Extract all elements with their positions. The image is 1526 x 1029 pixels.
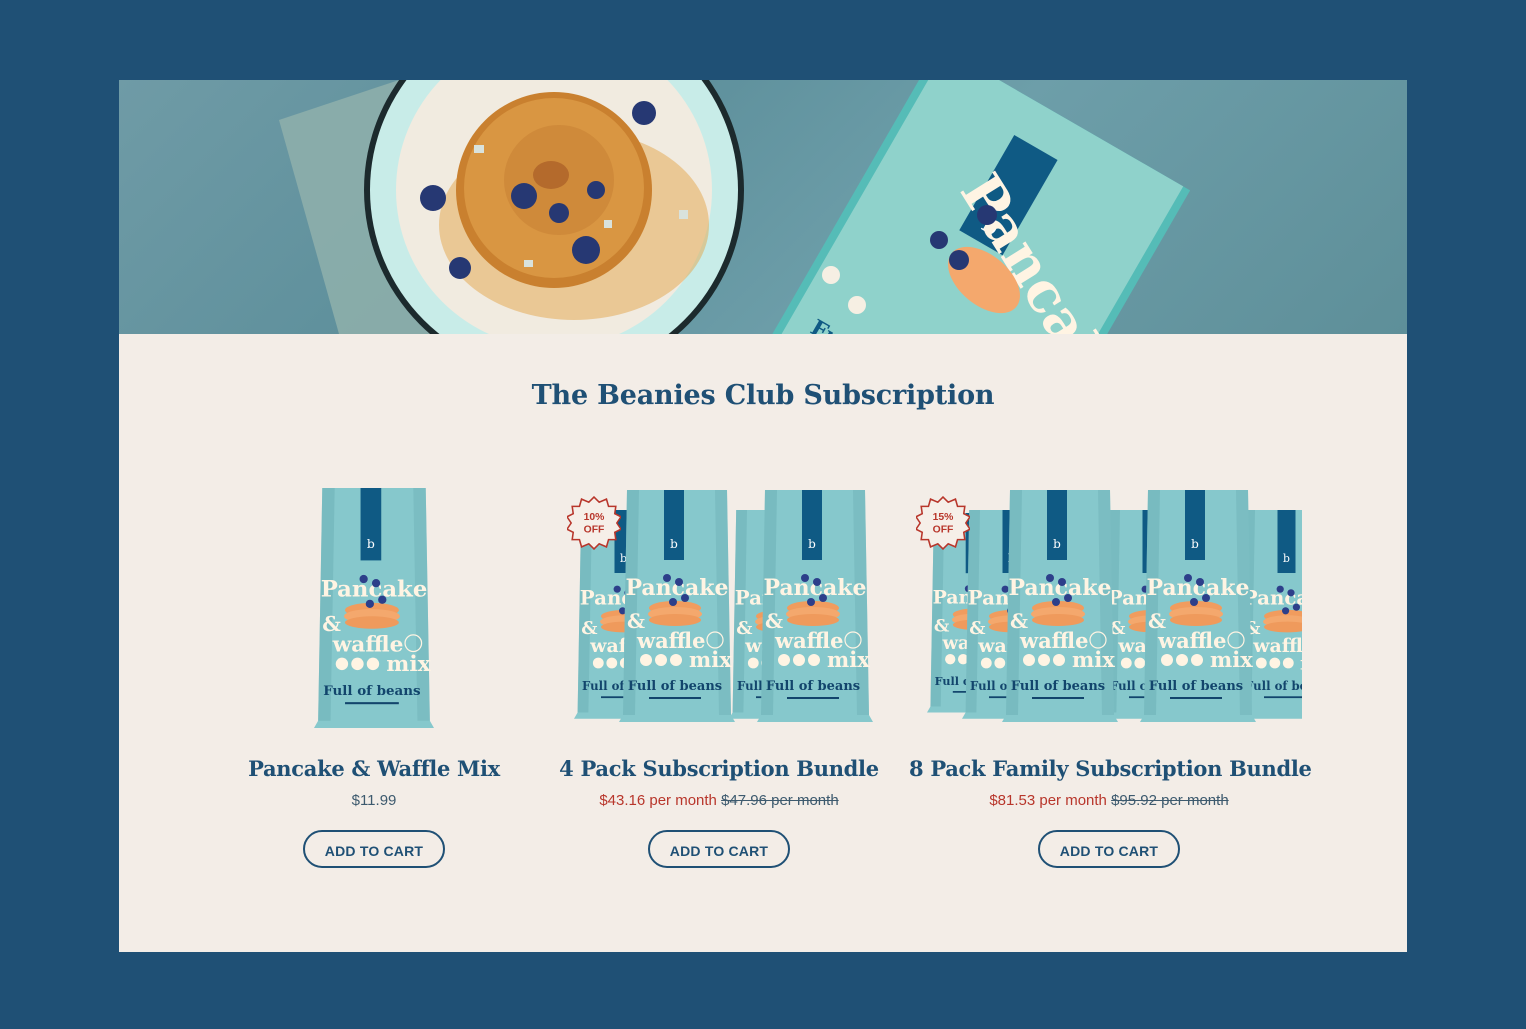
svg-text:15%: 15% <box>933 512 954 523</box>
hero-image: b Pancake & waffle Fu <box>279 80 1286 334</box>
product-price: $81.53 per month $95.92 per month <box>909 792 1309 809</box>
svg-text:OFF: OFF <box>584 524 605 535</box>
product-name[interactable]: 8 Pack Family Subscription Bundle <box>909 756 1312 781</box>
svg-text:10%: 10% <box>584 512 605 523</box>
hero-banner: b Pancake & waffle Fu <box>119 80 1407 334</box>
sale-price: $81.53 per month <box>989 792 1107 809</box>
svg-text:OFF: OFF <box>933 524 954 535</box>
product-card: 10% OFF 4 Pack Subscription Bundle $43.1… <box>554 480 884 868</box>
product-image[interactable]: 15% OFF <box>909 488 1309 733</box>
product-name[interactable]: 4 Pack Subscription Bundle <box>554 756 884 781</box>
discount-badge: 10% OFF <box>567 496 621 550</box>
add-to-cart-button[interactable]: ADD TO CART <box>648 830 790 868</box>
original-price: $95.92 per month <box>1111 792 1229 809</box>
add-to-cart-button[interactable]: ADD TO CART <box>303 830 445 868</box>
sale-price: $43.16 per month <box>599 792 717 809</box>
original-price: $47.96 per month <box>721 792 839 809</box>
page-card: b Pancake & waffle Fu The Beanies Club S… <box>119 80 1407 952</box>
product-image[interactable] <box>219 488 529 733</box>
section-title: The Beanies Club Subscription <box>531 380 995 411</box>
product-name[interactable]: Pancake & Waffle Mix <box>219 756 529 781</box>
product-card: 15% OFF 8 Pack Family Subscription Bundl… <box>909 480 1312 868</box>
product-card: Pancake & Waffle Mix $11.99 ADD TO CART <box>219 480 529 868</box>
discount-badge: 15% OFF <box>916 496 970 550</box>
product-price: $43.16 per month $47.96 per month <box>554 792 884 809</box>
product-price: $11.99 <box>351 792 397 809</box>
add-to-cart-button[interactable]: ADD TO CART <box>1038 830 1180 868</box>
product-image[interactable]: 10% OFF <box>554 488 884 733</box>
